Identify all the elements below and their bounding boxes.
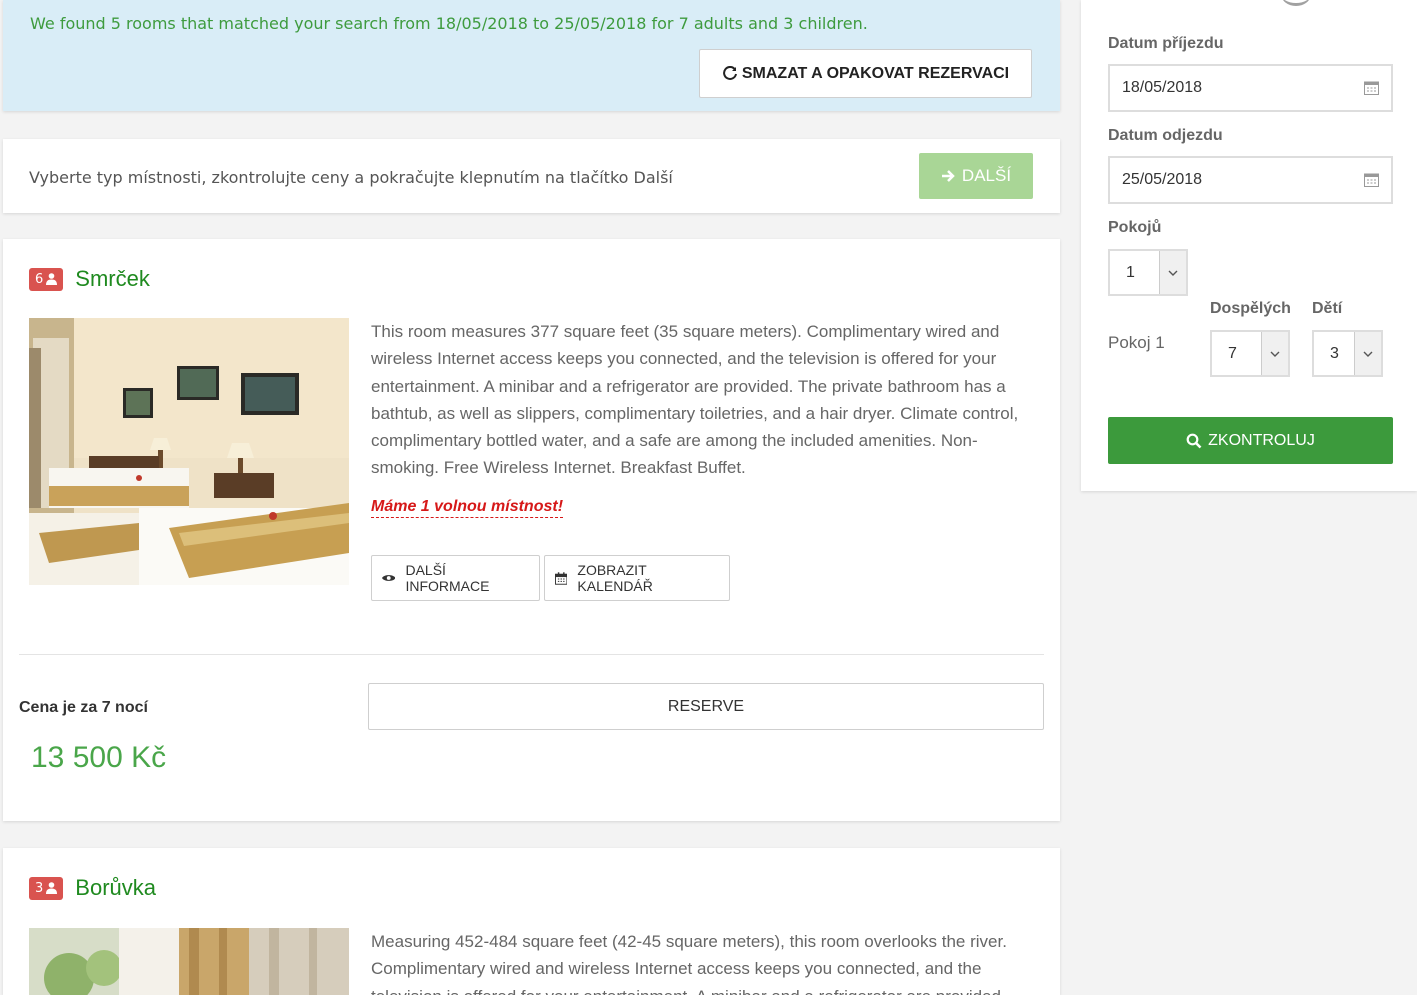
room-description: Measuring 452-484 square feet (42-45 squ… bbox=[371, 932, 1007, 995]
arrival-date-label: Datum příjezdu bbox=[1108, 35, 1224, 52]
adults-value: 7 bbox=[1228, 344, 1237, 362]
chevron-down-icon bbox=[1261, 332, 1288, 375]
room-header: 6 Smrček bbox=[29, 266, 150, 292]
person-icon bbox=[46, 273, 58, 285]
adults-select[interactable]: 7 bbox=[1210, 330, 1290, 377]
price-nights-label: Cena je za 7 nocí bbox=[19, 699, 148, 716]
arrival-date-value: 18/05/2018 bbox=[1122, 79, 1203, 96]
search-icon bbox=[1186, 433, 1202, 448]
room-photo[interactable] bbox=[29, 318, 349, 585]
reserve-button[interactable]: RESERVE bbox=[368, 683, 1044, 730]
check-availability-label: ZKONTROLUJ bbox=[1208, 431, 1315, 449]
adults-label: Dospělých bbox=[1210, 300, 1291, 317]
children-select[interactable]: 3 bbox=[1312, 330, 1383, 377]
rooms-count-label: Pokojů bbox=[1108, 219, 1162, 236]
availability-text: Máme 1 volnou místnost! bbox=[371, 498, 564, 518]
room-name: Borůvka bbox=[75, 875, 156, 900]
room-card: 3 Borůvka Measuring 452-484 square feet … bbox=[3, 848, 1060, 995]
children-label: Dětí bbox=[1312, 300, 1343, 317]
step-instruction-text: Vyberte typ místnosti, zkontrolujte ceny… bbox=[29, 168, 673, 187]
more-info-label: DALŠÍ INFORMACE bbox=[405, 562, 490, 594]
next-button[interactable]: DALŠÍ bbox=[919, 153, 1033, 199]
rooms-count-select[interactable]: 1 bbox=[1108, 249, 1188, 296]
capacity-badge: 3 bbox=[29, 876, 64, 900]
chevron-down-icon bbox=[1354, 332, 1381, 375]
capacity-count: 3 bbox=[35, 880, 44, 896]
search-summary-alert: We found 5 rooms that matched your searc… bbox=[3, 0, 1060, 111]
room-card: 6 Smrček This room measures 377 square f… bbox=[3, 239, 1060, 821]
room-price: 13 500 Kč bbox=[31, 741, 167, 774]
capacity-count: 6 bbox=[35, 271, 44, 287]
chevron-down-icon bbox=[1159, 251, 1186, 294]
room-photo[interactable] bbox=[29, 928, 349, 995]
refresh-icon bbox=[722, 65, 737, 80]
next-label: DALŠÍ bbox=[961, 166, 1012, 185]
more-info-button[interactable]: DALŠÍ INFORMACE bbox=[371, 555, 540, 601]
show-calendar-button[interactable]: ZOBRAZIT KALENDÁŘ bbox=[544, 555, 730, 601]
departure-date-value: 25/05/2018 bbox=[1122, 171, 1203, 188]
show-calendar-label: ZOBRAZIT KALENDÁŘ bbox=[577, 562, 653, 594]
person-icon bbox=[46, 882, 58, 894]
clear-and-retry-label: SMAZAT A OPAKOVAT REZERVACI bbox=[741, 64, 1010, 82]
section-divider bbox=[19, 654, 1044, 655]
panel-title-fragment bbox=[1281, 0, 1311, 6]
reserve-label: RESERVE bbox=[667, 697, 745, 715]
room-name: Smrček bbox=[75, 266, 150, 291]
calendar-icon bbox=[1364, 173, 1379, 187]
calendar-icon bbox=[555, 571, 568, 585]
departure-date-input[interactable]: 25/05/2018 bbox=[1108, 156, 1393, 204]
search-sidebar: Datum příjezdu 18/05/2018 Datum odjezdu … bbox=[1081, 0, 1417, 491]
search-summary-text: We found 5 rooms that matched your searc… bbox=[30, 14, 868, 33]
clear-and-retry-button[interactable]: SMAZAT A OPAKOVAT REZERVACI bbox=[699, 49, 1032, 98]
departure-date-label: Datum odjezdu bbox=[1108, 127, 1223, 144]
capacity-badge: 6 bbox=[29, 267, 64, 291]
step-instruction-bar: Vyberte typ místnosti, zkontrolujte ceny… bbox=[3, 139, 1060, 213]
check-availability-button[interactable]: ZKONTROLUJ bbox=[1108, 417, 1393, 464]
room-description: This room measures 377 square feet (35 s… bbox=[371, 322, 1019, 478]
eye-icon bbox=[382, 575, 396, 581]
calendar-icon bbox=[1364, 81, 1379, 95]
room-row-label: Pokoj 1 bbox=[1108, 333, 1165, 352]
arrow-right-icon bbox=[941, 170, 955, 182]
arrival-date-input[interactable]: 18/05/2018 bbox=[1108, 64, 1393, 112]
room-header: 3 Borůvka bbox=[29, 875, 156, 901]
children-value: 3 bbox=[1330, 344, 1339, 362]
rooms-count-value: 1 bbox=[1126, 263, 1135, 281]
